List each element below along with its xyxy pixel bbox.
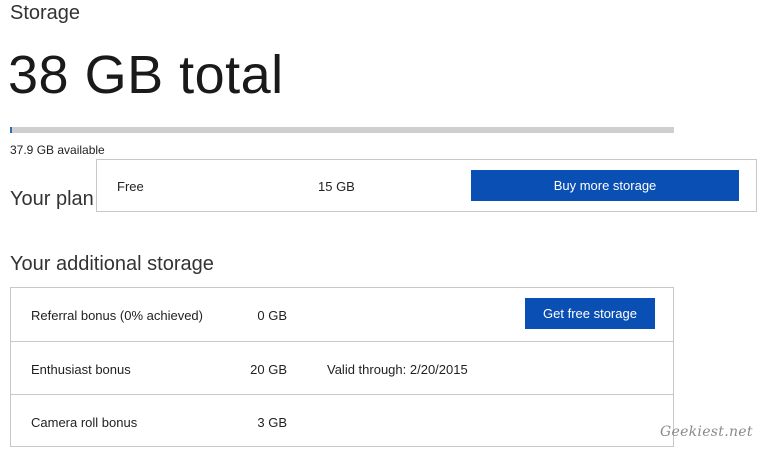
watermark: Geekiest.net xyxy=(660,424,753,440)
plan-card: Free 15 GB Buy more storage xyxy=(96,159,757,212)
additional-storage-table: Referral bonus (0% achieved) 0 GB Get fr… xyxy=(10,287,674,447)
storage-usage-bar xyxy=(10,127,674,133)
get-free-storage-button[interactable]: Get free storage xyxy=(525,298,655,329)
your-plan-heading: Your plan xyxy=(10,188,94,210)
referral-bonus-row: Referral bonus (0% achieved) 0 GB Get fr… xyxy=(11,288,673,341)
storage-section-label: Storage xyxy=(10,2,81,24)
storage-usage-fill xyxy=(10,127,12,133)
buy-more-storage-button[interactable]: Buy more storage xyxy=(471,170,739,201)
row-name: Enthusiast bonus xyxy=(31,362,131,377)
storage-available: 37.9 GB available xyxy=(10,143,105,157)
row-name: Referral bonus (0% achieved) xyxy=(31,308,203,323)
row-name: Camera roll bonus xyxy=(31,415,138,430)
row-size: 0 GB xyxy=(257,308,287,323)
plan-name: Free xyxy=(117,179,144,194)
camera-roll-bonus-row: Camera roll bonus 3 GB xyxy=(11,394,673,448)
row-size: 20 GB xyxy=(250,362,287,377)
additional-storage-heading: Your additional storage xyxy=(10,253,214,275)
row-valid-through: Valid through: 2/20/2015 xyxy=(327,362,468,377)
enthusiast-bonus-row: Enthusiast bonus 20 GB Valid through: 2/… xyxy=(11,341,673,395)
row-size: 3 GB xyxy=(257,415,287,430)
plan-size: 15 GB xyxy=(318,179,355,194)
storage-total: 38 GB total xyxy=(8,45,284,105)
